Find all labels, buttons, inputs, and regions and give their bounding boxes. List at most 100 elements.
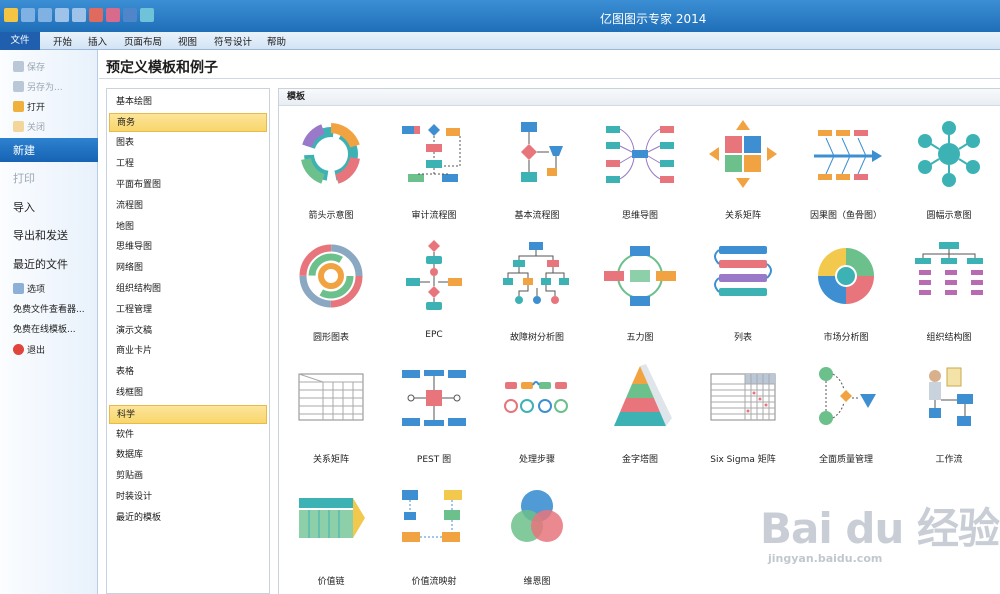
category-item[interactable]: 工程管理 [109, 301, 267, 320]
free-viewer-item[interactable]: 免费文件查看器... [0, 300, 98, 316]
redo-icon[interactable] [38, 8, 52, 22]
template-tile[interactable]: 市场分析图 [794, 234, 898, 354]
templates-header: 模板 [279, 89, 1000, 106]
category-item[interactable]: 流程图 [109, 197, 267, 216]
template-tile[interactable]: 组织结构图 [897, 234, 1000, 354]
tab-view[interactable]: 视图 [178, 34, 197, 48]
open-item[interactable]: 打开 [0, 98, 98, 114]
template-label: 思维导图 [621, 211, 658, 221]
template-tile[interactable]: 全面质量管理 [794, 356, 898, 476]
template-tile[interactable]: 价值链 [279, 478, 383, 594]
template-tile[interactable]: 列表 [691, 234, 795, 354]
template-label: 处理步骤 [518, 455, 555, 465]
template-tile[interactable]: PEST 图 [382, 356, 486, 476]
category-item[interactable]: 网络图 [109, 259, 267, 278]
template-label: 组织结构图 [926, 333, 972, 343]
template-tile[interactable]: 处理步骤 [485, 356, 589, 476]
list-icon [714, 246, 772, 296]
category-item[interactable]: 数据库 [109, 446, 267, 465]
category-item[interactable]: 最近的模板 [109, 509, 267, 528]
category-item[interactable]: 商务 [109, 113, 267, 132]
template-tile[interactable]: EPC [382, 234, 486, 354]
template-tile[interactable]: 圆形图表 [279, 234, 383, 354]
exit-item[interactable]: 退出 [0, 341, 98, 357]
category-item[interactable]: 线框图 [109, 384, 267, 403]
export-send-item[interactable]: 导出和发送 [0, 225, 98, 245]
category-item[interactable]: 思维导图 [109, 238, 267, 257]
category-item[interactable]: 商业卡片 [109, 342, 267, 361]
template-tile[interactable]: 因果图（鱼骨图） [794, 112, 898, 232]
category-item[interactable]: 表格 [109, 363, 267, 382]
template-tile[interactable]: 箭头示意图 [279, 112, 383, 232]
new-item[interactable]: 新建 [0, 138, 98, 162]
template-tile[interactable]: 故障树分析图 [485, 234, 589, 354]
tab-page-layout[interactable]: 页面布局 [124, 34, 162, 48]
market-analysis-icon [818, 248, 874, 304]
template-tile[interactable]: 基本流程图 [485, 112, 589, 232]
app-logo-icon[interactable] [4, 8, 18, 22]
six-sigma-matrix-icon [710, 373, 776, 421]
category-item[interactable]: 组织结构图 [109, 280, 267, 299]
template-label: 市场分析图 [823, 333, 869, 343]
share-icon[interactable] [140, 8, 154, 22]
template-tile[interactable]: 价值流映射 [382, 478, 486, 594]
save-icon[interactable] [55, 8, 69, 22]
category-item[interactable]: 剪贴画 [109, 467, 267, 486]
tab-insert[interactable]: 插入 [88, 34, 107, 48]
options-item[interactable]: 选项 [0, 280, 98, 296]
epc-icon [406, 240, 462, 310]
template-tile[interactable]: 五力图 [588, 234, 692, 354]
fishbone-icon [814, 130, 882, 180]
print-item[interactable]: 打印 [0, 168, 98, 188]
template-label: PEST 图 [416, 455, 452, 465]
export-icon[interactable] [89, 8, 103, 22]
template-tile[interactable]: 关系矩阵 [691, 112, 795, 232]
close-item[interactable]: 关闭 [0, 118, 98, 134]
print-icon[interactable] [72, 8, 86, 22]
import-item[interactable]: 导入 [0, 197, 98, 217]
close-folder-icon [13, 120, 24, 132]
tab-symbol-design[interactable]: 符号设计 [214, 34, 252, 48]
template-label: 圆形图表 [312, 333, 349, 343]
save-as-item[interactable]: 另存为... [0, 78, 98, 94]
save-icon [13, 60, 24, 72]
template-tile[interactable]: 金字塔图 [588, 356, 692, 476]
tab-home[interactable]: 开始 [53, 34, 72, 48]
category-list: 基本绘图 商务 图表 工程 平面布置图 流程图 地图 思维导图 网络图 组织结构… [106, 88, 270, 594]
arrow-cycle-icon [301, 123, 360, 184]
tab-help[interactable]: 帮助 [267, 34, 286, 48]
category-item[interactable]: 基本绘图 [109, 93, 267, 112]
category-item[interactable]: 工程 [109, 155, 267, 174]
save-item[interactable]: 保存 [0, 58, 98, 74]
template-label: 箭头示意图 [308, 211, 354, 221]
category-item[interactable]: 演示文稿 [109, 322, 267, 341]
template-label: 圆幅示意图 [926, 211, 972, 221]
title-bar: 亿图图示专家 2014 [0, 0, 1000, 32]
template-tile[interactable]: 圆幅示意图 [897, 112, 1000, 232]
category-item[interactable]: 时装设计 [109, 488, 267, 507]
template-tile[interactable]: 工作流 [897, 356, 1000, 476]
category-item[interactable]: 地图 [109, 218, 267, 237]
category-item[interactable]: 科学 [109, 405, 267, 424]
template-tile[interactable]: Six Sigma 矩阵 [691, 356, 795, 476]
template-tile[interactable]: 维恩图 [485, 478, 589, 594]
template-label: 审计流程图 [411, 211, 457, 221]
category-item[interactable]: 软件 [109, 426, 267, 445]
template-tile[interactable]: 思维导图 [588, 112, 692, 232]
menu-bar: 文件 开始 插入 页面布局 视图 符号设计 帮助 [0, 32, 1000, 50]
free-templates-item[interactable]: 免费在线模板... [0, 320, 98, 336]
category-item[interactable]: 平面布置图 [109, 176, 267, 195]
workflow-icon [929, 367, 973, 426]
pdf-icon[interactable] [106, 8, 120, 22]
window-title: 亿图图示专家 2014 [600, 12, 707, 26]
word-icon[interactable] [123, 8, 137, 22]
tab-file[interactable]: 文件 [0, 32, 40, 50]
template-tile[interactable]: 关系矩阵 [279, 356, 383, 476]
category-item[interactable]: 图表 [109, 134, 267, 153]
recent-files-item[interactable]: 最近的文件 [0, 254, 98, 274]
undo-icon[interactable] [21, 8, 35, 22]
template-tile[interactable]: 审计流程图 [382, 112, 486, 232]
template-label: Six Sigma 矩阵 [710, 455, 776, 465]
backstage-sidebar: 保存 另存为... 打开 关闭 新建 打印 导入 导出和发送 最近的文件 选项 … [0, 50, 98, 594]
fault-tree-icon [503, 242, 569, 304]
